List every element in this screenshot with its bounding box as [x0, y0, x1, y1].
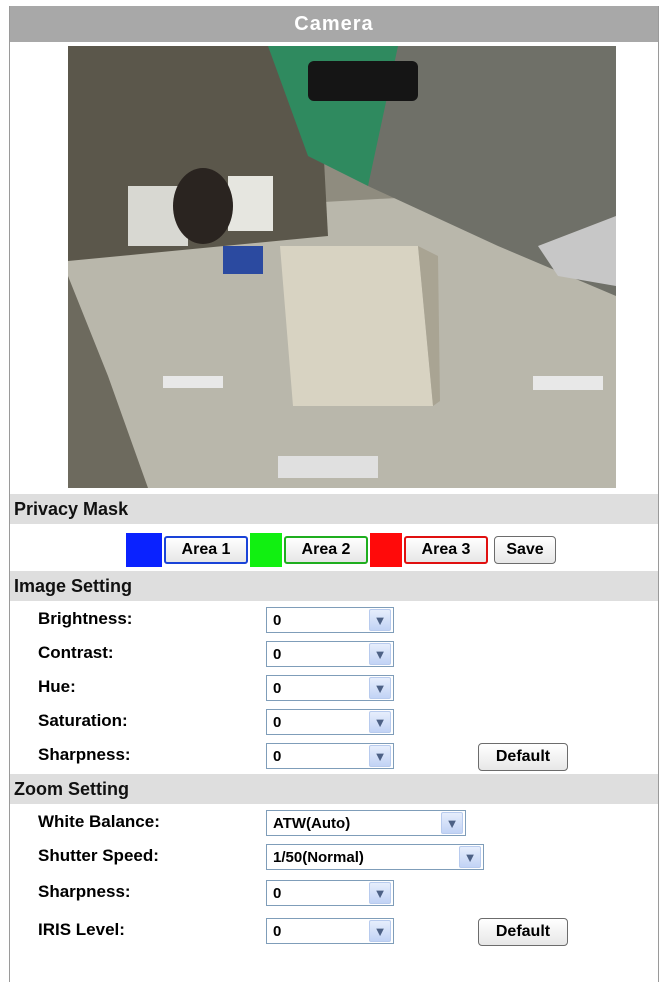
shutter-speed-value: 1/50(Normal) [273, 848, 364, 866]
chevron-down-icon[interactable]: ▼ [369, 920, 391, 942]
chevron-down-icon[interactable]: ▼ [369, 609, 391, 631]
hue-value: 0 [273, 679, 282, 697]
zoom-default-button[interactable]: Default [478, 918, 568, 946]
chevron-down-icon[interactable]: ▼ [369, 882, 391, 904]
privacy-mask-controls: Area 1 Area 2 Area 3 Save [126, 533, 556, 567]
saturation-label: Saturation: [38, 711, 128, 730]
chevron-down-icon[interactable]: ▼ [369, 711, 391, 733]
camera-live-view[interactable] [68, 46, 616, 488]
iris-level-select[interactable]: 0 ▼ [266, 918, 394, 944]
image-sharpness-value: 0 [273, 747, 282, 765]
chevron-down-icon[interactable]: ▼ [441, 812, 463, 834]
area-3-button[interactable]: Area 3 [404, 536, 488, 564]
contrast-value: 0 [273, 645, 282, 663]
saturation-row: Saturation: 0 ▼ [10, 705, 658, 739]
brightness-row: Brightness: 0 ▼ [10, 603, 658, 637]
hue-label: Hue: [38, 677, 76, 696]
white-balance-label: White Balance: [38, 812, 160, 831]
image-setting-header: Image Setting [10, 571, 658, 601]
image-sharpness-row: Sharpness: 0 ▼ Default [10, 739, 658, 773]
contrast-select[interactable]: 0 ▼ [266, 641, 394, 667]
area-1-button[interactable]: Area 1 [164, 536, 248, 564]
zoom-sharpness-label: Sharpness: [38, 882, 131, 901]
area-2-button[interactable]: Area 2 [284, 536, 368, 564]
iris-level-value: 0 [273, 922, 282, 940]
zoom-sharpness-row: Sharpness: 0 ▼ [10, 876, 658, 910]
area-1-color-swatch [126, 533, 162, 567]
white-balance-row: White Balance: ATW(Auto) ▼ [10, 806, 658, 840]
save-button[interactable]: Save [494, 536, 556, 564]
image-sharpness-select[interactable]: 0 ▼ [266, 743, 394, 769]
camera-panel: Camera Privacy Mask Area 1 Area 2 Area 3… [9, 6, 659, 982]
zoom-sharpness-value: 0 [273, 884, 282, 902]
area-2-color-swatch [250, 533, 282, 567]
iris-level-label: IRIS Level: [38, 920, 125, 939]
brightness-value: 0 [273, 611, 282, 629]
shutter-speed-label: Shutter Speed: [38, 846, 159, 865]
zoom-sharpness-select[interactable]: 0 ▼ [266, 880, 394, 906]
contrast-label: Contrast: [38, 643, 114, 662]
image-default-button[interactable]: Default [478, 743, 568, 771]
area-3-color-swatch [370, 533, 402, 567]
chevron-down-icon[interactable]: ▼ [369, 643, 391, 665]
hue-select[interactable]: 0 ▼ [266, 675, 394, 701]
zoom-setting-header: Zoom Setting [10, 774, 658, 804]
white-balance-select[interactable]: ATW(Auto) ▼ [266, 810, 466, 836]
saturation-select[interactable]: 0 ▼ [266, 709, 394, 735]
chevron-down-icon[interactable]: ▼ [369, 745, 391, 767]
contrast-row: Contrast: 0 ▼ [10, 637, 658, 671]
iris-level-row: IRIS Level: 0 ▼ Default [10, 914, 658, 948]
saturation-value: 0 [273, 713, 282, 731]
hue-row: Hue: 0 ▼ [10, 671, 658, 705]
brightness-select[interactable]: 0 ▼ [266, 607, 394, 633]
privacy-mask-header: Privacy Mask [10, 494, 658, 524]
shutter-speed-select[interactable]: 1/50(Normal) ▼ [266, 844, 484, 870]
image-sharpness-label: Sharpness: [38, 745, 131, 764]
camera-image [68, 46, 616, 488]
chevron-down-icon[interactable]: ▼ [369, 677, 391, 699]
white-balance-value: ATW(Auto) [273, 814, 351, 832]
chevron-down-icon[interactable]: ▼ [459, 846, 481, 868]
brightness-label: Brightness: [38, 609, 133, 628]
shutter-speed-row: Shutter Speed: 1/50(Normal) ▼ [10, 840, 658, 874]
page-title: Camera [10, 6, 658, 42]
